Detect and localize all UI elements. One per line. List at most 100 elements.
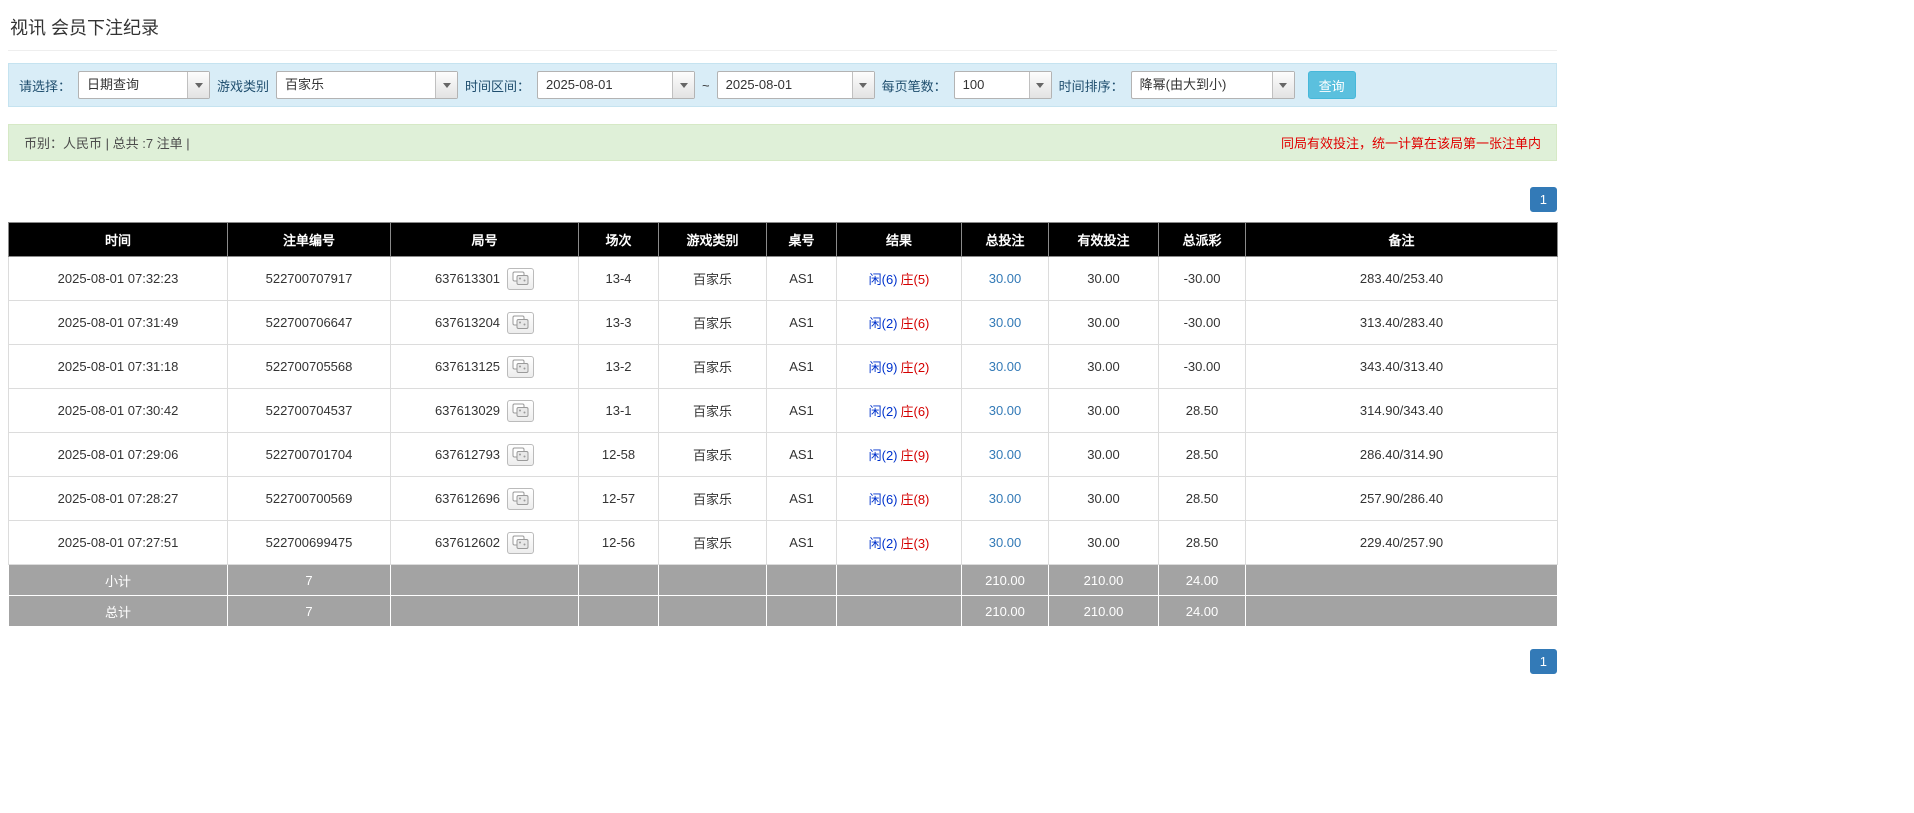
roadmap-icon [512, 447, 529, 461]
cell-time: 2025-08-01 07:32:23 [8, 256, 228, 301]
result-banker: 庄(6) [900, 404, 930, 419]
subtotal-row: 小计 7 210.00 210.00 24.00 [8, 564, 1558, 596]
cell-remark: 314.90/343.40 [1245, 388, 1558, 433]
roadmap-button[interactable] [507, 311, 535, 334]
total-bet-link[interactable]: 30.00 [989, 271, 1022, 286]
caret-down-icon [859, 82, 868, 88]
header-game-type: 游戏类别 [658, 222, 767, 257]
table-row: 2025-08-01 07:30:42 522700704537 6376130… [8, 388, 1558, 433]
page-button-1[interactable]: 1 [1529, 649, 1557, 674]
result-player: 闲(2) [868, 448, 898, 463]
cell-round: 637612602 [390, 520, 579, 565]
header-remark: 备注 [1245, 222, 1558, 257]
round-number: 637613029 [434, 403, 501, 418]
pagination-top: 1 [8, 187, 1557, 212]
total-bet-link[interactable]: 30.00 [989, 315, 1022, 330]
round-number: 637612793 [434, 447, 501, 462]
header-round: 局号 [390, 222, 579, 257]
sort-order-label: 时间排序： [1058, 78, 1124, 94]
cell-round: 637613029 [390, 388, 579, 433]
cell-game-type: 百家乐 [658, 432, 767, 477]
cell-round: 637613125 [390, 344, 579, 389]
cell-table-no: AS1 [766, 344, 837, 389]
roadmap-icon [512, 359, 529, 373]
bet-records-table: 时间 注单编号 局号 场次 游戏类别 桌号 结果 总投注 有效投注 总派彩 备注… [8, 222, 1558, 627]
cell-table-no: AS1 [766, 388, 837, 433]
total-bet-link[interactable]: 30.00 [989, 447, 1022, 462]
subtotal-empty-cell [766, 564, 837, 596]
cell-time: 2025-08-01 07:27:51 [8, 520, 228, 565]
cell-valid-bet: 30.00 [1048, 300, 1159, 345]
summary-note-text: 同局有效投注，统一计算在该局第一张注单内 [1280, 136, 1541, 151]
cell-total-bet: 30.00 [961, 344, 1049, 389]
page-button-1[interactable]: 1 [1529, 187, 1557, 212]
cell-bet-id: 522700701704 [227, 432, 391, 477]
cell-payout: 28.50 [1158, 388, 1246, 433]
cell-valid-bet: 30.00 [1048, 388, 1159, 433]
cell-bet-id: 522700706647 [227, 300, 391, 345]
table-body: 2025-08-01 07:32:23 522700707917 6376133… [8, 256, 1558, 565]
query-type-select[interactable]: 日期查询 [78, 71, 211, 99]
roadmap-button[interactable] [507, 267, 535, 290]
search-button[interactable]: 查询 [1307, 71, 1356, 99]
date-to-dropdown-button[interactable] [851, 72, 874, 98]
round-number: 637612602 [434, 535, 501, 550]
time-range-label: 时间区间： [465, 78, 531, 94]
caret-down-icon [442, 82, 451, 88]
roadmap-icon [512, 403, 529, 417]
total-count: 7 [227, 595, 391, 627]
roadmap-icon [512, 491, 529, 505]
table-row: 2025-08-01 07:28:27 522700700569 6376126… [8, 476, 1558, 521]
total-total-bet: 210.00 [961, 595, 1049, 627]
total-bet-link[interactable]: 30.00 [989, 403, 1022, 418]
roadmap-button[interactable] [507, 443, 535, 466]
date-range-separator: ~ [702, 77, 710, 93]
header-result: 结果 [836, 222, 962, 257]
page-size-dropdown-button[interactable] [1028, 72, 1051, 98]
roadmap-icon [512, 535, 529, 549]
game-type-dropdown-button[interactable] [435, 72, 458, 98]
total-row: 总计 7 210.00 210.00 24.00 [8, 595, 1558, 627]
game-type-select[interactable]: 百家乐 [276, 71, 459, 99]
cell-time: 2025-08-01 07:31:49 [8, 300, 228, 345]
table-row: 2025-08-01 07:29:06 522700701704 6376127… [8, 432, 1558, 477]
date-from-select[interactable]: 2025-08-01 [537, 71, 696, 99]
total-empty-cell [1245, 595, 1558, 627]
roadmap-button[interactable] [507, 399, 535, 422]
total-bet-link[interactable]: 30.00 [989, 535, 1022, 550]
cell-valid-bet: 30.00 [1048, 256, 1159, 301]
cell-result: 闲(2) 庄(6) [836, 388, 962, 433]
cell-result: 闲(6) 庄(8) [836, 476, 962, 521]
cell-game-type: 百家乐 [658, 476, 767, 521]
game-type-value: 百家乐 [285, 77, 325, 92]
round-number: 637613125 [434, 359, 501, 374]
round-number: 637613301 [434, 271, 501, 286]
date-from-dropdown-button[interactable] [672, 72, 695, 98]
summary-totals-text: 币别：人民币 | 总共 :7 注单 | [24, 136, 190, 151]
cell-result: 闲(6) 庄(5) [836, 256, 962, 301]
total-bet-link[interactable]: 30.00 [989, 491, 1022, 506]
cell-result: 闲(2) 庄(9) [836, 432, 962, 477]
cell-remark: 229.40/257.90 [1245, 520, 1558, 565]
roadmap-button[interactable] [507, 355, 535, 378]
sort-order-select[interactable]: 降幂(由大到小) [1130, 71, 1295, 99]
result-player: 闲(2) [868, 536, 898, 551]
subtotal-label: 小计 [8, 564, 228, 596]
caret-down-icon [194, 82, 203, 88]
page-size-select[interactable]: 100 [953, 71, 1052, 99]
date-to-select[interactable]: 2025-08-01 [716, 71, 875, 99]
total-empty-cell [658, 595, 767, 627]
result-banker: 庄(8) [900, 492, 930, 507]
query-type-dropdown-button[interactable] [187, 72, 210, 98]
page-title: 视讯 会员下注纪录 [8, 10, 1557, 51]
roadmap-button[interactable] [507, 531, 535, 554]
cell-payout: 28.50 [1158, 476, 1246, 521]
total-bet-link[interactable]: 30.00 [989, 359, 1022, 374]
cell-table-no: AS1 [766, 300, 837, 345]
summary-bar: 币别：人民币 | 总共 :7 注单 | 同局有效投注，统一计算在该局第一张注单内 [8, 124, 1557, 161]
subtotal-payout: 24.00 [1158, 564, 1246, 596]
sort-order-dropdown-button[interactable] [1271, 72, 1294, 98]
roadmap-button[interactable] [507, 487, 535, 510]
game-type-label: 游戏类别 [217, 78, 270, 94]
cell-game-type: 百家乐 [658, 300, 767, 345]
